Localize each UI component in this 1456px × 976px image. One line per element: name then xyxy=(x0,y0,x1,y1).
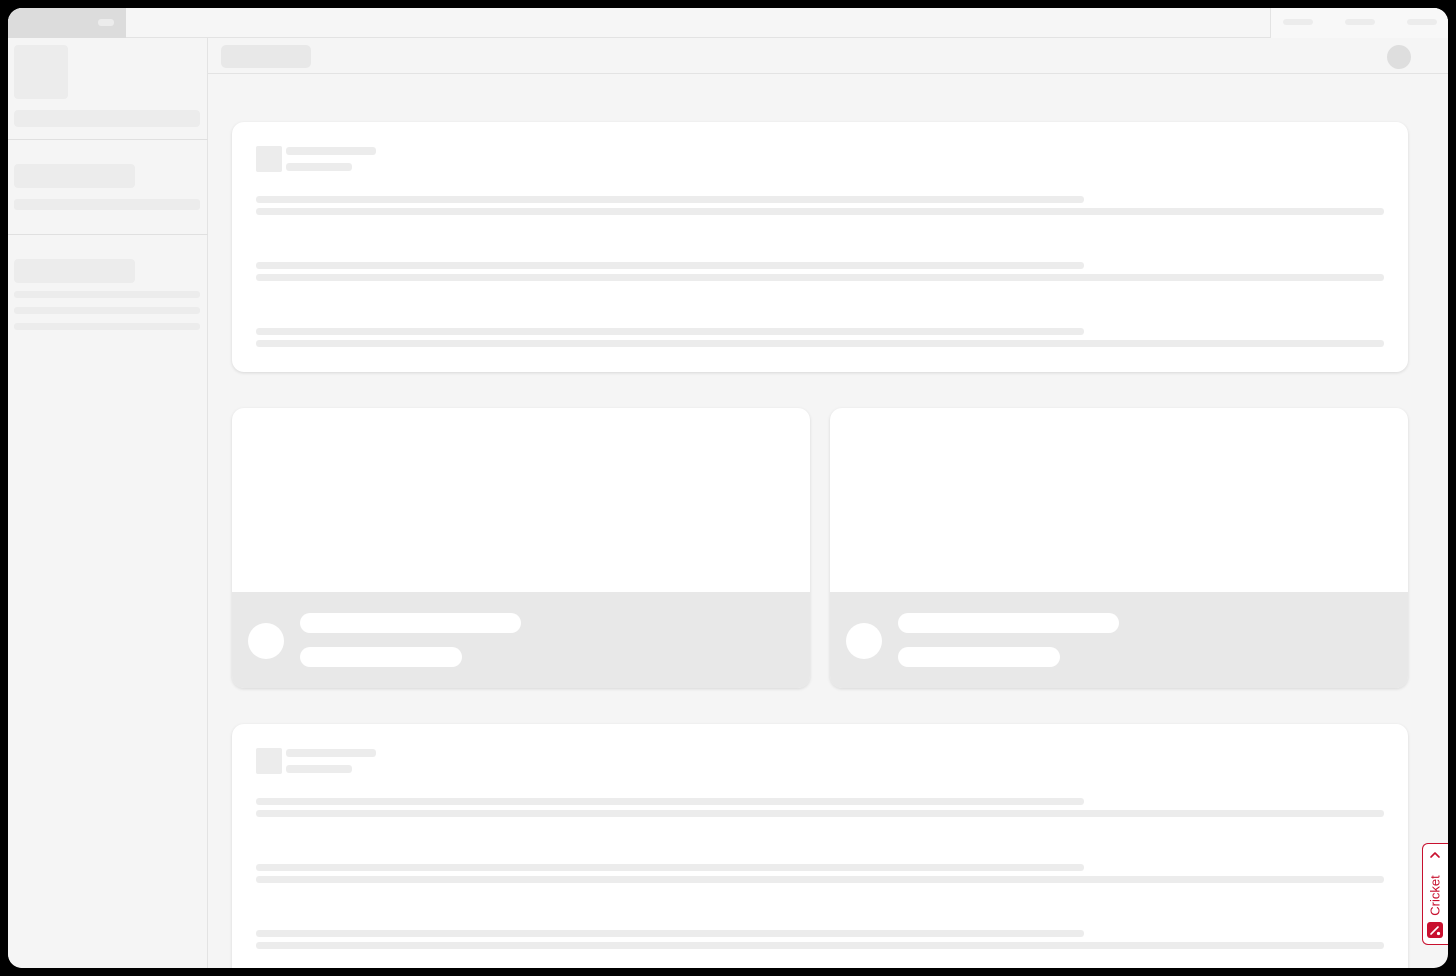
active-tab-placeholder[interactable] xyxy=(8,8,126,38)
text-line-placeholder xyxy=(256,864,1084,871)
sidebar-divider xyxy=(8,234,208,235)
cricket-widget-label: Cricket xyxy=(1427,874,1443,916)
text-line-placeholder xyxy=(256,798,1084,805)
content-card-placeholder xyxy=(232,122,1408,372)
media-card-placeholder[interactable] xyxy=(232,408,810,688)
text-line-placeholder xyxy=(256,196,1084,203)
text-line-placeholder xyxy=(256,942,1384,949)
text-line-placeholder xyxy=(256,274,1384,281)
cricket-bat-icon xyxy=(1427,922,1443,938)
avatar-placeholder[interactable] xyxy=(1387,45,1411,69)
text-line-placeholder xyxy=(256,876,1384,883)
card-icon-placeholder xyxy=(256,146,282,172)
cricket-widget-tab[interactable]: Cricket xyxy=(1422,843,1448,945)
sidebar-item-placeholder[interactable] xyxy=(14,291,200,298)
author-avatar-placeholder xyxy=(248,623,284,659)
top-links-placeholder xyxy=(1270,8,1448,38)
media-title-placeholder xyxy=(300,613,521,633)
top-link-placeholder[interactable] xyxy=(1407,19,1437,25)
app-window: Cricket xyxy=(8,8,1448,968)
sidebar-heading-placeholder xyxy=(14,259,135,283)
card-subtitle-placeholder xyxy=(286,163,352,171)
text-line-placeholder xyxy=(256,262,1084,269)
sidebar-divider xyxy=(8,139,208,140)
card-icon-placeholder xyxy=(256,748,282,774)
top-bar xyxy=(8,8,1448,38)
media-subtitle-placeholder xyxy=(898,647,1060,667)
tab-close-placeholder[interactable] xyxy=(98,19,114,26)
text-line-placeholder xyxy=(256,328,1084,335)
text-line-placeholder xyxy=(256,340,1384,347)
sidebar-line-placeholder xyxy=(14,110,200,127)
media-card-placeholder[interactable] xyxy=(830,408,1408,688)
card-subtitle-placeholder xyxy=(286,765,352,773)
sidebar xyxy=(8,38,208,968)
card-title-placeholder xyxy=(286,147,376,155)
page-title-placeholder xyxy=(221,45,311,68)
sidebar-item-placeholder[interactable] xyxy=(14,323,200,330)
media-card-footer xyxy=(232,592,810,688)
top-link-placeholder[interactable] xyxy=(1345,19,1375,25)
sidebar-item-placeholder[interactable] xyxy=(14,199,200,210)
content-card-placeholder xyxy=(232,724,1408,968)
sidebar-item-placeholder[interactable] xyxy=(14,307,200,314)
sidebar-heading-placeholder xyxy=(14,164,135,188)
logo-placeholder xyxy=(14,45,68,99)
text-line-placeholder xyxy=(256,208,1384,215)
text-line-placeholder xyxy=(256,930,1084,937)
main-header xyxy=(208,38,1448,74)
card-title-placeholder xyxy=(286,749,376,757)
media-subtitle-placeholder xyxy=(300,647,462,667)
text-line-placeholder xyxy=(256,810,1384,817)
chevron-up-icon[interactable] xyxy=(1429,849,1441,861)
media-title-placeholder xyxy=(898,613,1119,633)
top-link-placeholder[interactable] xyxy=(1283,19,1313,25)
author-avatar-placeholder xyxy=(846,623,882,659)
media-card-footer xyxy=(830,592,1408,688)
